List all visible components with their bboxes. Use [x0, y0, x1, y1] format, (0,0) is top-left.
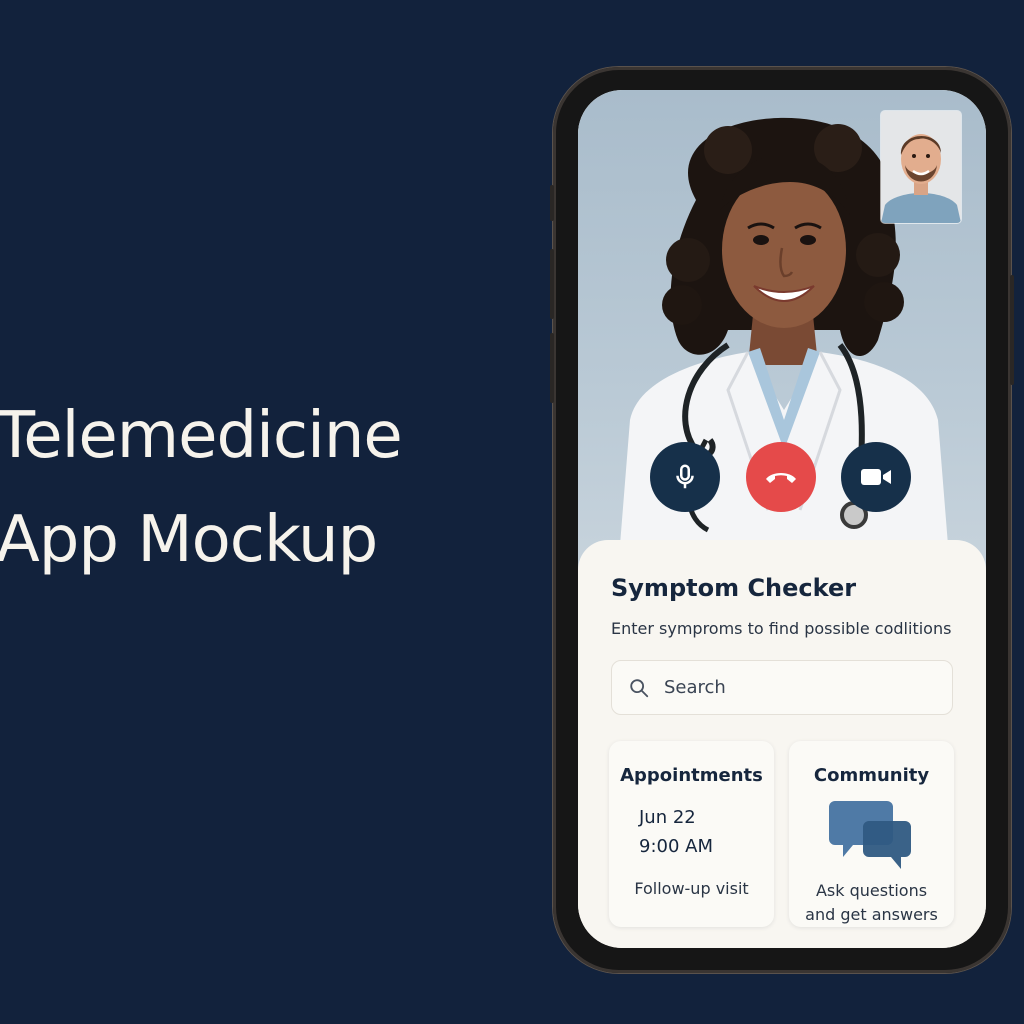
video-camera-icon [861, 469, 891, 485]
phone-volume-down-button [550, 333, 554, 403]
symptom-checker-subtitle: Enter symproms to find possible codlitio… [611, 619, 952, 638]
headline: Telemedicine App Mockup [0, 384, 403, 592]
appointment-date: Jun 22 [639, 807, 696, 828]
appointment-note: Follow-up visit [634, 879, 749, 898]
phone-screen: Symptom Checker Enter symproms to find p… [578, 90, 986, 948]
appointments-title: Appointments [620, 765, 763, 786]
end-call-button[interactable] [746, 442, 816, 512]
search-bar[interactable] [611, 660, 953, 715]
headline-line-1: Telemedicine [0, 399, 403, 473]
search-icon [630, 678, 649, 697]
headline-line-2: App Mockup [0, 503, 378, 577]
mute-button[interactable] [650, 442, 720, 512]
phone-side-button [550, 185, 554, 221]
chat-bubbles-icon [829, 801, 911, 869]
community-card[interactable]: Community Ask questions and get answers [789, 741, 954, 927]
microphone-icon [676, 464, 694, 489]
search-input[interactable] [662, 676, 926, 699]
hang-up-icon [766, 473, 796, 483]
camera-button[interactable] [841, 442, 911, 512]
page: Telemedicine App Mockup Symptom Checker … [0, 0, 1024, 1024]
appointments-card[interactable]: Appointments Jun 22 9:00 AM Follow-up vi… [609, 741, 774, 927]
community-note: Ask questions and get answers [789, 879, 954, 927]
phone-power-button [1010, 275, 1014, 385]
community-title: Community [813, 765, 930, 786]
video-call-area [578, 90, 986, 570]
community-note-line-2: and get answers [805, 905, 938, 924]
community-note-line-1: Ask questions [815, 881, 928, 900]
patient-thumbnail [881, 111, 961, 223]
symptom-checker-panel: Symptom Checker Enter symproms to find p… [578, 540, 986, 948]
symptom-checker-title: Symptom Checker [611, 574, 857, 602]
phone-frame: Symptom Checker Enter symproms to find p… [550, 67, 1014, 973]
appointment-time: 9:00 AM [639, 836, 713, 857]
self-view-thumbnail[interactable] [881, 111, 961, 223]
phone-volume-up-button [550, 249, 554, 319]
